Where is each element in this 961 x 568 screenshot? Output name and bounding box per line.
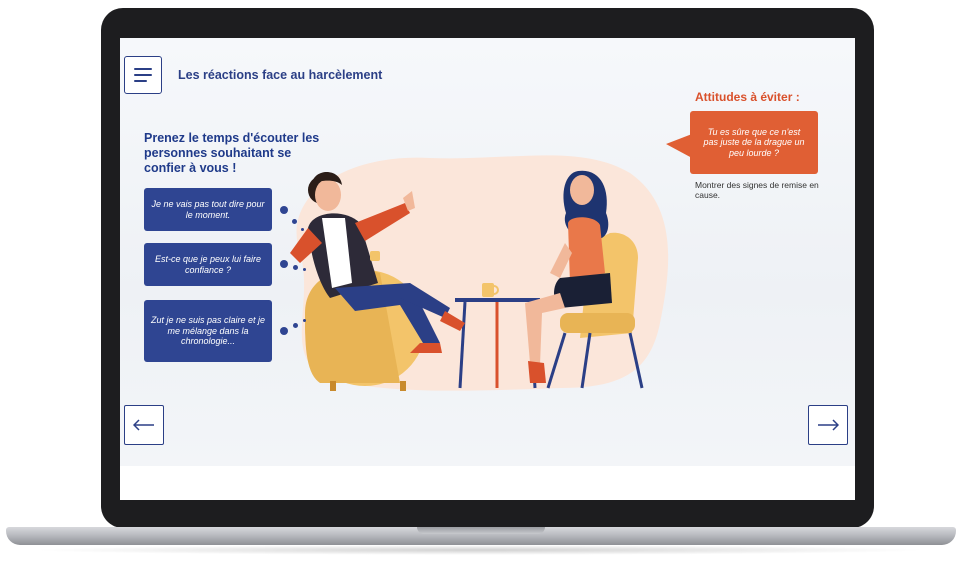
thought-dot bbox=[280, 327, 288, 335]
thought-dot bbox=[293, 265, 298, 270]
arrow-right-icon bbox=[818, 419, 839, 431]
thought-bubble-1: Je ne vais pas tout dire pour le moment. bbox=[144, 188, 272, 231]
laptop-base-notch bbox=[417, 527, 545, 534]
hamburger-menu-icon bbox=[134, 68, 152, 70]
hamburger-menu-icon-bar bbox=[134, 80, 147, 82]
speech-bubble-tail bbox=[666, 134, 692, 158]
attitudes-to-avoid-title: Attitudes à éviter : bbox=[695, 90, 800, 104]
thought-bubble-text: Zut je ne suis pas claire et je me mélan… bbox=[150, 315, 266, 347]
hamburger-menu-icon-bar bbox=[134, 74, 152, 76]
menu-button[interactable] bbox=[124, 56, 162, 94]
screen-footer bbox=[120, 466, 855, 500]
listening-heading: Prenez le temps d'écouter les personnes … bbox=[144, 131, 320, 175]
page-title: Les réactions face au harcèlement bbox=[178, 68, 383, 82]
thought-dot bbox=[292, 219, 297, 224]
thought-bubble-3: Zut je ne suis pas claire et je me mélan… bbox=[144, 300, 272, 362]
laptop-shadow bbox=[30, 545, 930, 555]
arrow-left-icon bbox=[133, 419, 154, 431]
thought-dot bbox=[280, 260, 288, 268]
thought-dot bbox=[301, 228, 304, 231]
thought-dot bbox=[303, 319, 306, 322]
next-button[interactable] bbox=[808, 405, 848, 445]
app-screen: Les réactions face au harcèlement Prenez… bbox=[120, 38, 855, 500]
thought-dot bbox=[293, 323, 298, 328]
attitude-quote: Tu es sûre que ce n'est pas juste de la … bbox=[703, 126, 805, 158]
thought-dot bbox=[280, 206, 288, 214]
thought-dot bbox=[303, 268, 306, 271]
thought-bubble-text: Est-ce que je peux lui faire confiance ? bbox=[154, 254, 262, 275]
previous-button[interactable] bbox=[124, 405, 164, 445]
attitude-speech-bubble: Tu es sûre que ce n'est pas juste de la … bbox=[690, 111, 818, 174]
thought-bubble-2: Est-ce que je peux lui faire confiance ? bbox=[144, 243, 272, 286]
thought-bubble-text: Je ne vais pas tout dire pour le moment. bbox=[151, 199, 265, 220]
conversation-illustration bbox=[290, 155, 669, 391]
attitude-caption: Montrer des signes de remise en cause. bbox=[695, 180, 819, 200]
